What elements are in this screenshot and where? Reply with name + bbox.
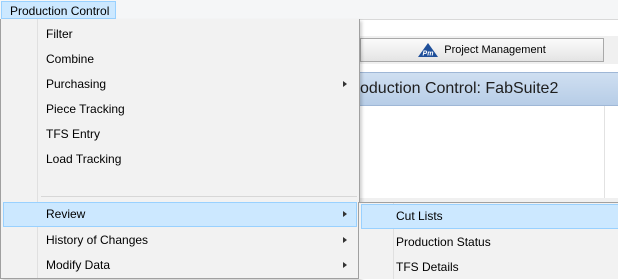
menu-item-review[interactable]: Review bbox=[3, 202, 357, 227]
background-panel bbox=[360, 106, 618, 198]
submenu-arrow-icon bbox=[343, 211, 347, 217]
menu-item-label: History of Changes bbox=[46, 233, 149, 247]
menu-item-tfs-entry[interactable]: TFS Entry bbox=[3, 122, 357, 147]
menu-item-piece-tracking[interactable]: Piece Tracking bbox=[3, 97, 357, 122]
production-control-menu: Filter Combine Purchasing Piece Tracking… bbox=[0, 19, 360, 279]
menu-item-history-of-changes[interactable]: History of Changes bbox=[3, 228, 357, 253]
menu-bar: Production Control bbox=[0, 0, 618, 20]
submenu-item-label: TFS Details bbox=[396, 260, 459, 274]
menu-item-label: Review bbox=[46, 207, 86, 221]
menu-item-label: Combine bbox=[46, 52, 95, 66]
submenu-item-cut-lists[interactable]: Cut Lists bbox=[361, 204, 618, 229]
menu-item-filter[interactable]: Filter bbox=[3, 22, 357, 47]
menu-item-load-tracking[interactable]: Load Tracking bbox=[3, 147, 357, 172]
submenu-arrow-icon bbox=[343, 262, 347, 268]
menu-item-combine[interactable]: Combine bbox=[3, 47, 357, 72]
menu-item-label: Load Tracking bbox=[46, 152, 122, 166]
svg-text:Pm: Pm bbox=[423, 51, 434, 58]
menu-item-label: Modify Data bbox=[46, 258, 111, 272]
submenu-item-production-status[interactable]: Production Status bbox=[361, 230, 618, 255]
submenu-arrow-icon bbox=[343, 81, 347, 87]
review-submenu: Cut Lists Production Status TFS Details bbox=[358, 202, 618, 279]
submenu-item-label: Cut Lists bbox=[396, 209, 443, 223]
submenu-item-tfs-details[interactable]: TFS Details bbox=[361, 255, 618, 280]
project-management-label: Project Management bbox=[444, 44, 546, 56]
menu-item-modify-data[interactable]: Modify Data bbox=[3, 253, 357, 278]
submenu-item-label: Production Status bbox=[396, 235, 491, 249]
project-management-icon: Pm bbox=[418, 43, 439, 58]
submenu-arrow-icon bbox=[343, 237, 347, 243]
menu-separator bbox=[41, 196, 357, 197]
background-divider bbox=[604, 106, 605, 198]
menu-item-label: Piece Tracking bbox=[46, 102, 125, 116]
menu-item-label: Filter bbox=[46, 27, 73, 41]
menu-item-label: TFS Entry bbox=[46, 127, 101, 141]
project-management-button[interactable]: Pm Project Management bbox=[360, 38, 604, 62]
menu-item-purchasing[interactable]: Purchasing bbox=[3, 72, 357, 97]
menu-production-control[interactable]: Production Control bbox=[1, 1, 117, 19]
menu-item-label: Purchasing bbox=[46, 77, 107, 91]
background-window-title: oduction Control: FabSuite2 bbox=[360, 80, 559, 97]
